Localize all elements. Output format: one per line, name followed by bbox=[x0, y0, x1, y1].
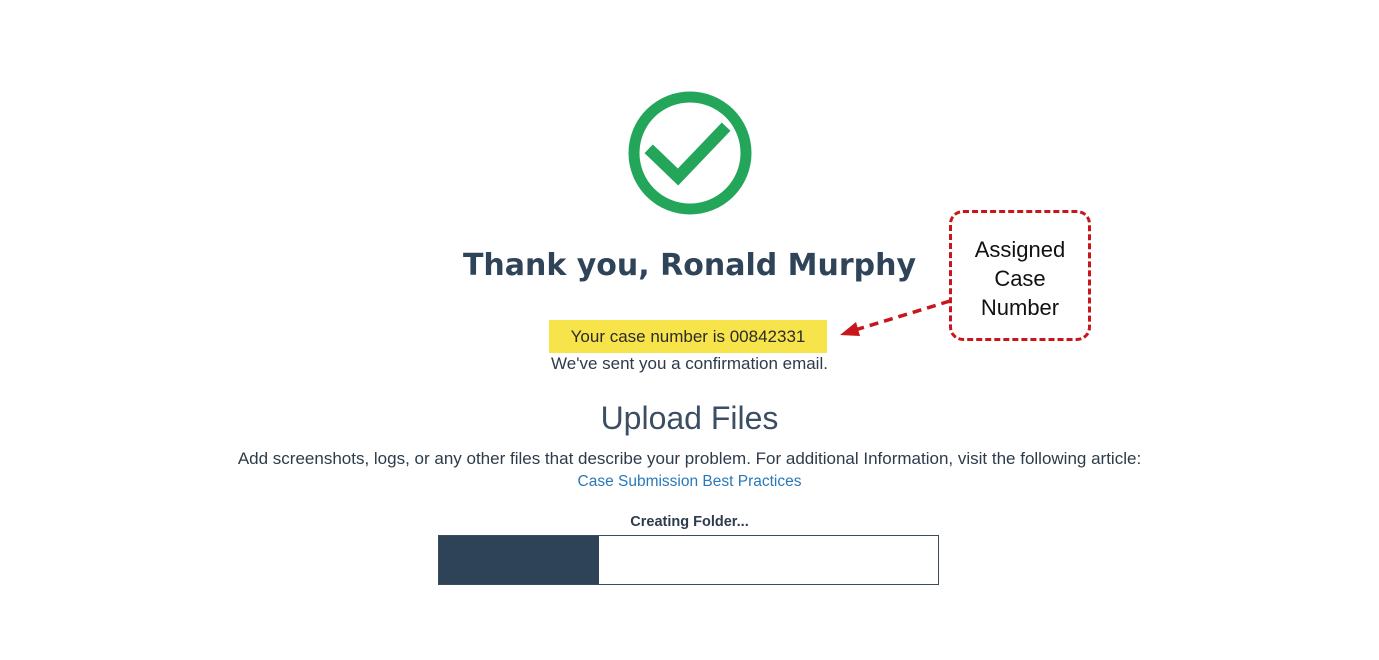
annotation-line: Number bbox=[980, 295, 1060, 320]
upload-description: Add screenshots, logs, or any other file… bbox=[237, 449, 1142, 468]
annotation-line: Assigned bbox=[974, 237, 1066, 262]
upload-progress-bar bbox=[438, 535, 939, 585]
best-practices-link[interactable]: Case Submission Best Practices bbox=[0, 473, 1379, 491]
annotation-line: Case bbox=[994, 266, 1046, 291]
check-circle-icon bbox=[628, 91, 752, 215]
upload-files-heading: Upload Files bbox=[600, 400, 779, 436]
user-name: Ronald Murphy bbox=[660, 248, 917, 283]
progress-status-label: Creating Folder... bbox=[630, 514, 749, 530]
annotation-text: Assigned Case Number bbox=[952, 235, 1088, 322]
progress-bar-fill bbox=[439, 536, 599, 584]
confirmation-message: We've sent you a confirmation email. bbox=[551, 354, 828, 373]
page-title: Thank you, Ronald Murphy bbox=[0, 248, 1379, 283]
annotation-arrow bbox=[840, 299, 951, 336]
greeting-text: Thank you, bbox=[462, 248, 650, 283]
case-number-value: 00842331 bbox=[729, 327, 806, 346]
case-number-highlight: Your case number is 00842331 bbox=[549, 320, 827, 353]
annotation-callout: Assigned Case Number bbox=[949, 210, 1091, 341]
case-number-label: Your case number is bbox=[570, 327, 725, 346]
